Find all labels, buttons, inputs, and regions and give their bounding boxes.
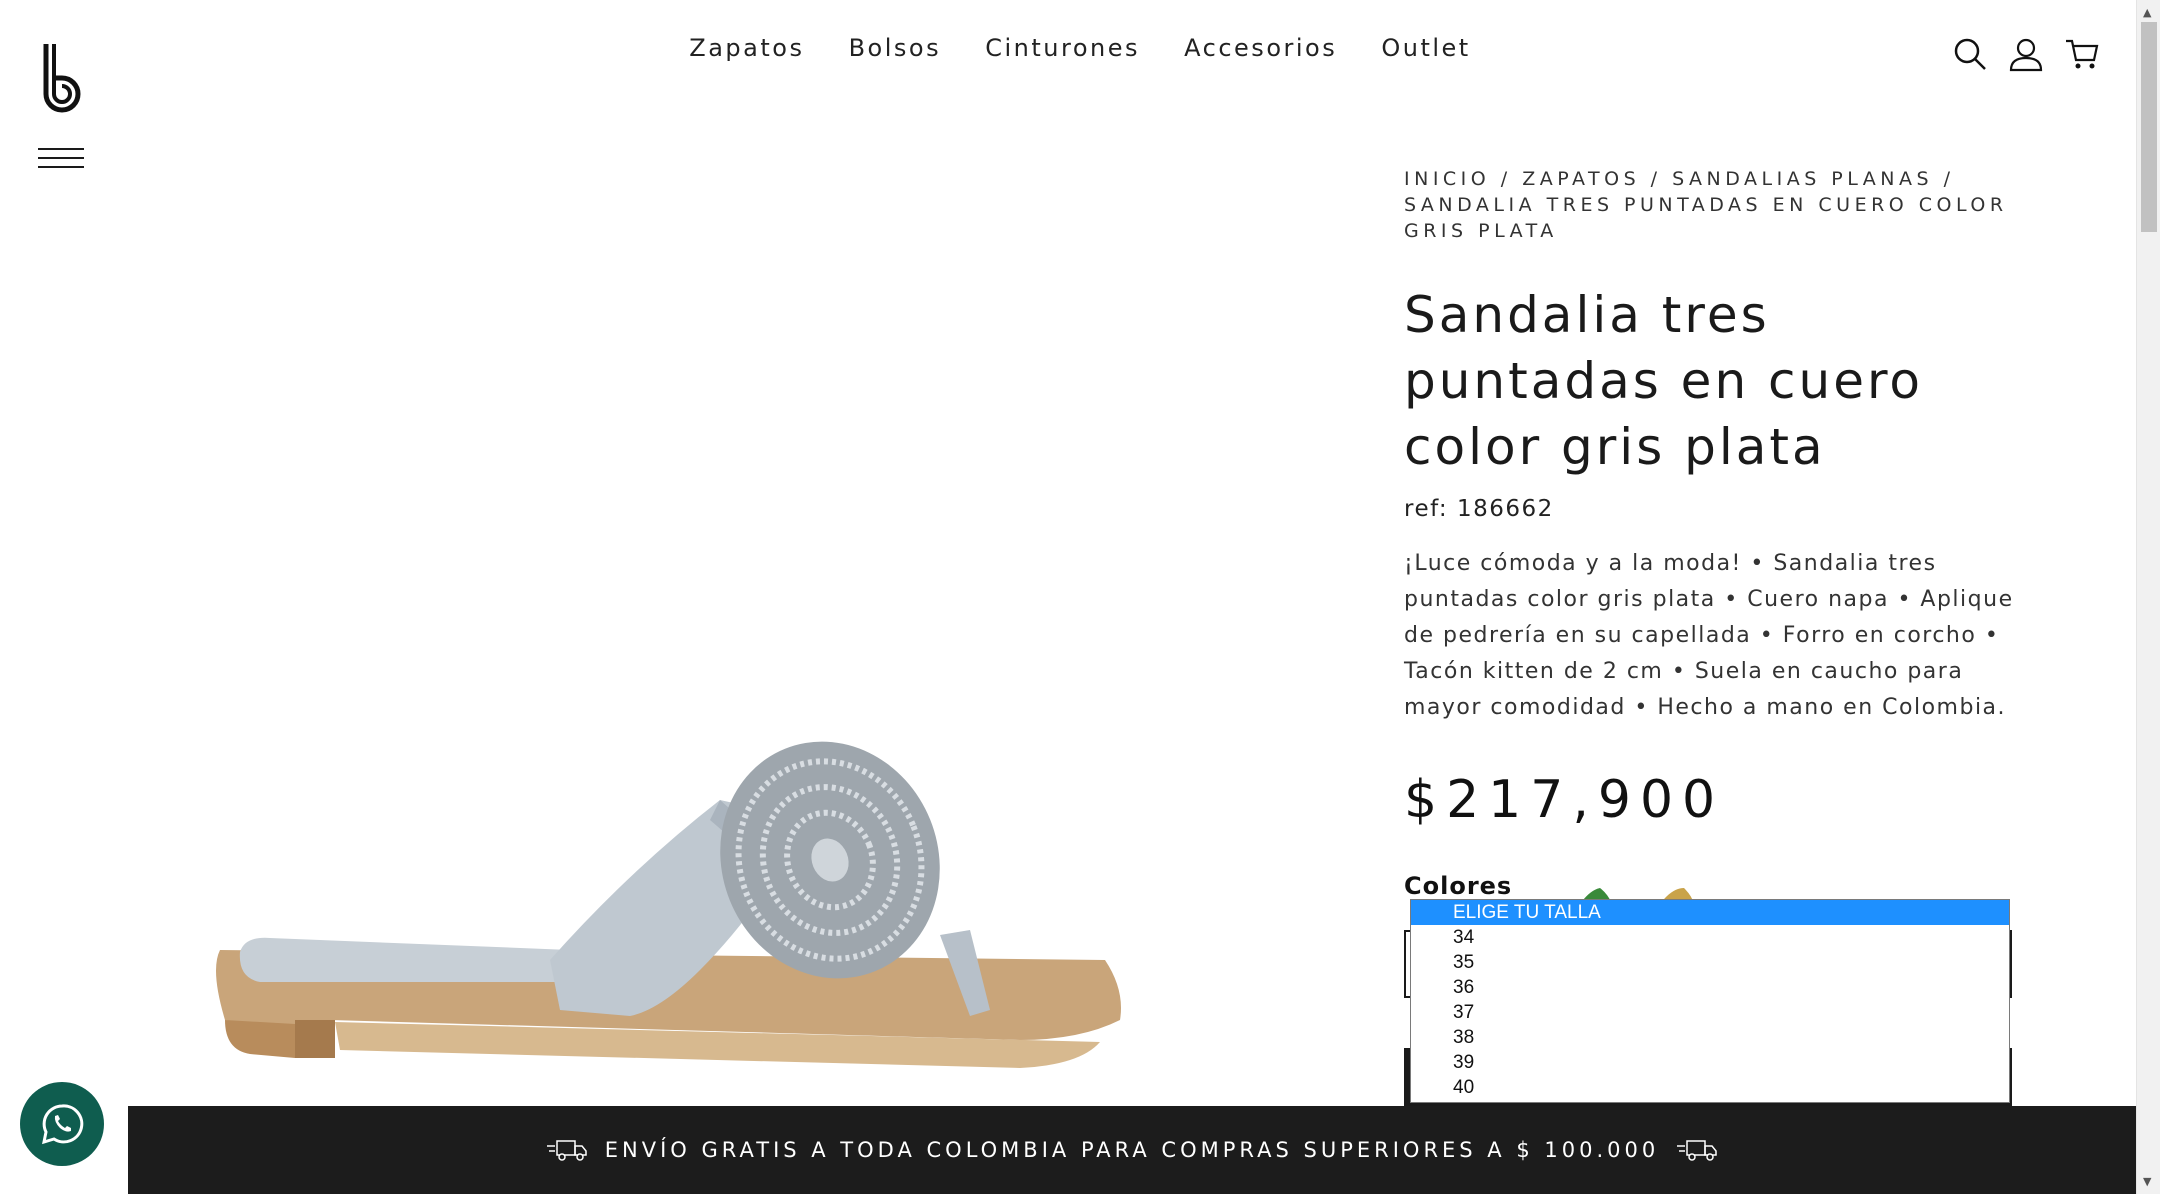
scroll-up-icon[interactable]: ▲ <box>2143 6 2151 19</box>
size-option[interactable]: 40 <box>1411 1075 2009 1100</box>
whatsapp-button[interactable] <box>20 1082 104 1166</box>
size-option[interactable]: 38 <box>1411 1025 2009 1050</box>
product-ref: ref: 186662 <box>1404 496 1554 522</box>
product-price: $217,900 <box>1404 770 1725 830</box>
product-image[interactable] <box>200 720 1140 1100</box>
size-option[interactable]: ELIGE TU TALLA <box>1411 900 2009 925</box>
colors-label: Colores <box>1404 872 1513 900</box>
shipping-banner-text: ENVÍO GRATIS A TODA COLOMBIA PARA COMPRA… <box>604 1138 1660 1162</box>
size-option[interactable]: 37 <box>1411 1000 2009 1025</box>
hamburger-icon[interactable] <box>38 148 84 172</box>
size-option[interactable]: 35 <box>1411 950 2009 975</box>
search-icon[interactable] <box>1952 36 1988 72</box>
page-scrollbar[interactable]: ▲ ▼ <box>2136 0 2160 1194</box>
size-option[interactable]: 39 <box>1411 1050 2009 1075</box>
product-title: Sandalia tres puntadas en cuero color gr… <box>1404 286 1924 476</box>
size-option[interactable]: 36 <box>1411 975 2009 1000</box>
size-option[interactable]: 34 <box>1411 925 2009 950</box>
product-info: INICIO / ZAPATOS / SANDALIAS PLANAS / SA… <box>1404 166 2014 830</box>
scroll-down-icon[interactable]: ▼ <box>2143 1175 2151 1188</box>
nav-item-accesorios[interactable]: Accesorios <box>1184 34 1337 62</box>
nav-item-cinturones[interactable]: Cinturones <box>985 34 1140 62</box>
header-icons <box>1952 36 2100 72</box>
main-nav: Zapatos Bolsos Cinturones Accesorios Out… <box>0 34 2160 62</box>
nav-item-outlet[interactable]: Outlet <box>1381 34 1470 62</box>
product-description: ¡Luce cómoda y a la moda! • Sandalia tre… <box>1404 551 2014 720</box>
nav-item-zapatos[interactable]: Zapatos <box>689 34 804 62</box>
size-dropdown-list[interactable]: ELIGE TU TALLA 34 35 36 37 38 39 40 <box>1410 899 2010 1103</box>
nav-item-bolsos[interactable]: Bolsos <box>849 34 942 62</box>
cart-icon[interactable] <box>2064 36 2100 72</box>
shipping-banner: ENVÍO GRATIS A TODA COLOMBIA PARA COMPRA… <box>128 1106 2136 1194</box>
truck-icon <box>1677 1140 1717 1161</box>
scrollbar-thumb[interactable] <box>2141 22 2157 232</box>
truck-icon <box>546 1140 587 1161</box>
whatsapp-icon <box>42 1104 84 1145</box>
breadcrumb[interactable]: INICIO / ZAPATOS / SANDALIAS PLANAS / SA… <box>1404 166 2014 244</box>
user-icon[interactable] <box>2008 36 2044 72</box>
